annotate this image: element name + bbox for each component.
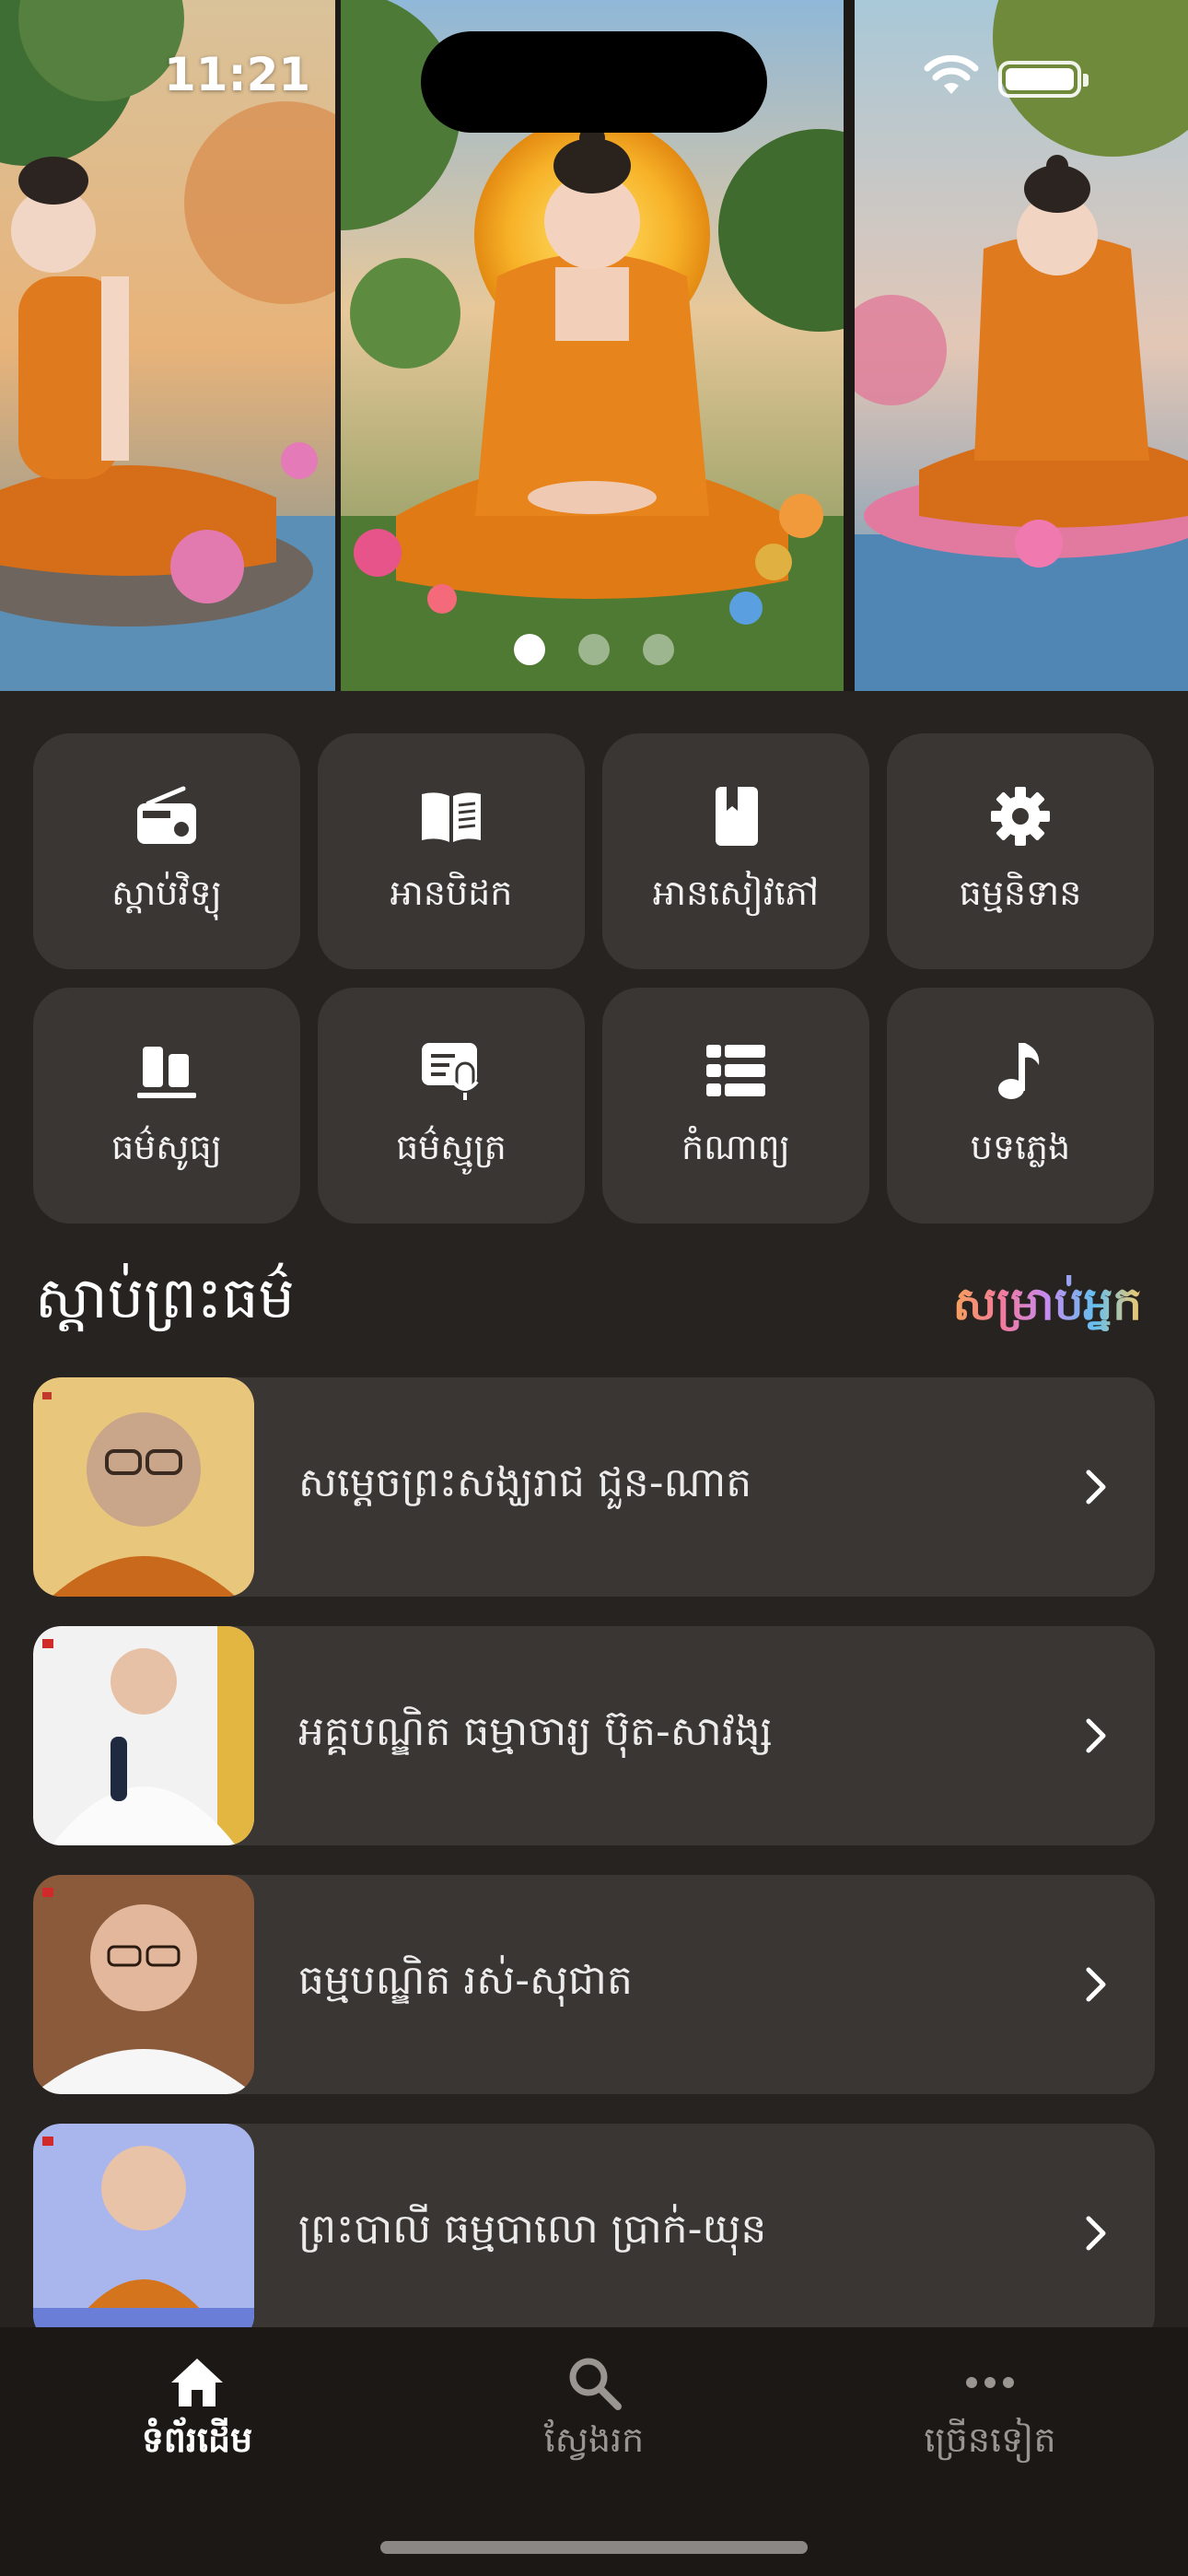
menu-dharma-stories-button[interactable]: ធម្មនិទាន <box>887 733 1154 969</box>
chevron-right-icon <box>1086 2216 1106 2251</box>
preacher-list: សម្តេចព្រះសង្ឃរាជ ជួន-ណាត អគ្គបណ្ឌិត ធម្… <box>33 1377 1155 2372</box>
carousel-slide-next[interactable] <box>855 0 1188 691</box>
preacher-name: ធម្មបណ្ឌិត រស់-សុជាត <box>298 1957 633 2004</box>
carousel-slide-previous[interactable] <box>0 0 335 691</box>
open-book-icon <box>415 780 487 852</box>
home-icon <box>171 2359 223 2406</box>
gear-icon <box>984 780 1056 852</box>
bottom-tab-bar: ទំព័រដើម ស្វែងរក ច្រើនទៀត <box>0 2327 1188 2576</box>
more-horizontal-icon <box>966 2377 1014 2388</box>
tab-search[interactable]: ស្វែងរក <box>456 2353 732 2469</box>
menu-label: កំណាព្យ <box>681 1127 790 1167</box>
menu-label: អានសៀវភៅ <box>652 872 820 913</box>
tab-label: ទំព័រដើម <box>141 2419 253 2460</box>
chevron-right-icon <box>1086 1718 1106 1753</box>
carousel-dot[interactable] <box>578 634 610 665</box>
section-title: ស្តាប់ព្រះធម៌ <box>35 1264 295 1331</box>
menu-label: ស្តាប់វិទ្យុ <box>111 872 222 913</box>
wifi-icon <box>924 55 979 94</box>
preacher-thumbnail <box>33 1875 254 2094</box>
preacher-name: អគ្គបណ្ឌិត ធម្មាចារ្យ ប៊ុត-សាវង្ស <box>298 1708 773 1755</box>
preacher-thumbnail <box>33 1377 254 1597</box>
battery-icon <box>998 61 1089 98</box>
menu-label: អានបិដក <box>390 872 513 913</box>
menu-label: ធម៌សូធ្យ <box>111 1127 222 1167</box>
banner-carousel[interactable]: 11:21 <box>0 0 1188 691</box>
menu-read-book-button[interactable]: អានសៀវភៅ <box>602 733 869 969</box>
menu-chanting-button[interactable]: ធម៌សូធ្យ <box>33 988 300 1224</box>
menu-radio-button[interactable]: ស្តាប់វិទ្យុ <box>33 733 300 969</box>
menu-label: ធម៌ស្មូត្រ <box>396 1127 507 1167</box>
radio-icon <box>131 780 203 852</box>
book-icon <box>700 780 772 852</box>
menu-grid: ស្តាប់វិទ្យុ អានបិដក អានសៀវភៅ ធម្មនិទាន … <box>33 733 1155 1224</box>
carousel-dot[interactable] <box>514 634 545 665</box>
podcast-icon <box>415 1035 487 1107</box>
preacher-thumbnail <box>33 2124 254 2343</box>
list-icon <box>700 1035 772 1107</box>
chevron-right-icon <box>1086 1967 1106 2002</box>
for-you-link[interactable]: សម្រាប់អ្នក <box>953 1275 1142 1342</box>
list-item[interactable]: ព្រះបាលី ធម្មបាលោ ប្រាក់-យុន <box>33 2124 1155 2343</box>
list-item[interactable]: ធម្មបណ្ឌិត រស់-សុជាត <box>33 1875 1155 2094</box>
carousel-dot[interactable] <box>643 634 674 665</box>
tab-label: ស្វែងរក <box>543 2419 645 2460</box>
menu-read-tipitaka-button[interactable]: អានបិដក <box>318 733 585 969</box>
home-indicator <box>380 2541 808 2554</box>
menu-smot-button[interactable]: ធម៌ស្មូត្រ <box>318 988 585 1224</box>
tab-label: ច្រើនទៀត <box>924 2419 1056 2460</box>
preacher-thumbnail <box>33 1626 254 1845</box>
dynamic-island <box>421 31 767 133</box>
music-note-icon <box>984 1035 1056 1107</box>
list-item[interactable]: សម្តេចព្រះសង្ឃរាជ ជួន-ណាត <box>33 1377 1155 1597</box>
library-icon <box>131 1035 203 1107</box>
list-item[interactable]: អគ្គបណ្ឌិត ធម្មាចារ្យ ប៊ុត-សាវង្ស <box>33 1626 1155 1845</box>
carousel-page-indicator[interactable] <box>0 634 1188 665</box>
preacher-name: សម្តេចព្រះសង្ឃរាជ ជួន-ណាត <box>298 1459 752 1506</box>
menu-label: ធម្មនិទាន <box>959 872 1082 913</box>
status-time: 11:21 <box>164 48 311 101</box>
menu-label: បទភ្លេង <box>970 1127 1071 1167</box>
tab-more[interactable]: ច្រើនទៀត <box>852 2353 1128 2469</box>
search-icon <box>569 2358 622 2410</box>
preacher-name: ព្រះបាលី ធម្មបាលោ ប្រាក់-យុន <box>298 2206 767 2253</box>
menu-songs-button[interactable]: បទភ្លេង <box>887 988 1154 1224</box>
menu-poetry-button[interactable]: កំណាព្យ <box>602 988 869 1224</box>
chevron-right-icon <box>1086 1469 1106 1505</box>
tab-home[interactable]: ទំព័រដើម <box>59 2353 335 2469</box>
